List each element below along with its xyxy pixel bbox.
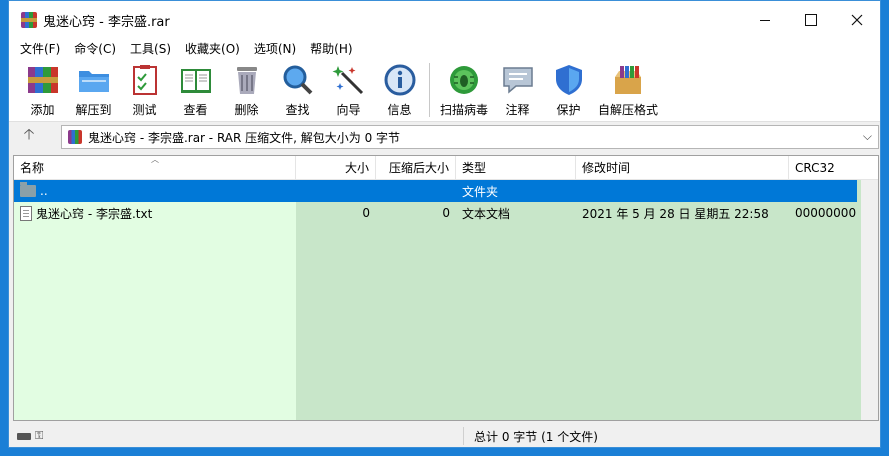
magnifier-icon	[279, 61, 317, 99]
address-text: 鬼迷心窍 - 李宗盛.rar - RAR 压缩文件, 解包大小为 0 字节	[88, 130, 401, 145]
row-size: 0	[362, 206, 370, 220]
window-controls	[742, 1, 880, 39]
row-crc	[789, 180, 857, 202]
column-header-size[interactable]: 大小	[296, 156, 376, 180]
menu-options[interactable]: 选项(N)	[247, 39, 303, 59]
chevron-down-icon[interactable]: ⌵	[863, 129, 872, 144]
extract-to-icon	[75, 61, 113, 99]
menu-favorites[interactable]: 收藏夹(O)	[178, 39, 247, 59]
view-button[interactable]: 查看	[170, 61, 221, 119]
folder-icon	[20, 182, 36, 197]
protect-button[interactable]: 保护	[543, 61, 594, 119]
extract-to-label: 解压到	[75, 103, 112, 117]
table-row-file[interactable]: 鬼迷心窍 - 李宗盛.txt 0 0 文本文档 2021 年 5 月 28 日 …	[14, 202, 878, 224]
trash-icon	[228, 61, 266, 99]
key-icon[interactable]: ⚿	[35, 429, 43, 443]
text-file-icon	[20, 205, 32, 221]
delete-label: 删除	[234, 103, 259, 117]
protect-label: 保护	[556, 103, 581, 117]
add-button[interactable]: 添加	[17, 61, 68, 119]
up-folder-button[interactable]: 🡡	[9, 122, 49, 152]
extract-to-button[interactable]: 解压到	[68, 61, 119, 119]
shield-icon	[550, 61, 588, 99]
menu-help[interactable]: 帮助(H)	[303, 39, 359, 59]
column-header-crc32[interactable]: CRC32	[789, 156, 877, 180]
row-name: ..	[40, 184, 48, 198]
sort-ascending-icon: ︿	[151, 155, 159, 164]
address-row: 🡡 鬼迷心窍 - 李宗盛.rar - RAR 压缩文件, 解包大小为 0 字节 …	[9, 121, 880, 151]
view-label: 查看	[183, 103, 208, 117]
window-title: 鬼迷心窍 - 李宗盛.rar	[43, 14, 170, 30]
row-modified	[576, 180, 789, 202]
vertical-scrollbar[interactable]	[861, 180, 878, 420]
test-button[interactable]: 测试	[119, 61, 170, 119]
menu-tools[interactable]: 工具(S)	[123, 39, 178, 59]
row-packed	[376, 180, 456, 202]
table-row-parent-folder[interactable]: .. 文件夹	[14, 180, 857, 202]
comment-button[interactable]: 注释	[492, 61, 543, 119]
column-header-name[interactable]: 名称 ︿	[14, 156, 296, 180]
close-icon	[851, 14, 863, 26]
row-modified: 2021 年 5 月 28 日 星期五 22:58	[582, 206, 769, 221]
minimize-button[interactable]	[742, 1, 788, 39]
wizard-button[interactable]: 向导	[323, 61, 374, 119]
view-book-icon	[177, 61, 215, 99]
toolbar: 添加 解压到 测试 查看 删除 查找 向导 信息 扫描病毒 注释 保护 自解压格…	[9, 59, 880, 121]
sfx-button[interactable]: 自解压格式	[594, 61, 662, 119]
list-header: 名称 ︿ 大小 压缩后大小 类型 修改时间 CRC32	[14, 156, 878, 180]
add-label: 添加	[30, 103, 55, 117]
info-icon	[381, 61, 419, 99]
sfx-icon	[609, 61, 647, 99]
drive-icon[interactable]	[17, 432, 31, 440]
close-button[interactable]	[834, 1, 880, 39]
menu-bar: 文件(F) 命令(C) 工具(S) 收藏夹(O) 选项(N) 帮助(H)	[9, 39, 880, 59]
wand-icon	[330, 61, 368, 99]
rar-file-icon	[68, 130, 82, 144]
menu-command[interactable]: 命令(C)	[67, 39, 123, 59]
column-header-type[interactable]: 类型	[456, 156, 576, 180]
comment-icon	[499, 61, 537, 99]
row-type: 文本文档	[462, 206, 511, 221]
test-icon	[126, 61, 164, 99]
virus-scan-button[interactable]: 扫描病毒	[436, 61, 492, 119]
title-bar: 鬼迷心窍 - 李宗盛.rar	[9, 1, 880, 39]
find-label: 查找	[285, 103, 310, 117]
toolbar-separator	[429, 63, 430, 117]
virus-scan-label: 扫描病毒	[440, 103, 489, 117]
status-bar: ⚿ 总计 0 字节 (1 个文件)	[9, 425, 880, 447]
maximize-button[interactable]	[788, 1, 834, 39]
info-label: 信息	[387, 103, 412, 117]
arrow-up-icon: 🡡	[23, 125, 35, 143]
file-list[interactable]: 名称 ︿ 大小 压缩后大小 类型 修改时间 CRC32 .. 文件夹 鬼迷心窍 …	[13, 155, 879, 421]
address-bar[interactable]: 鬼迷心窍 - 李宗盛.rar - RAR 压缩文件, 解包大小为 0 字节 ⌵	[61, 125, 879, 149]
info-button[interactable]: 信息	[374, 61, 425, 119]
find-button[interactable]: 查找	[272, 61, 323, 119]
row-size	[296, 180, 376, 202]
add-archive-icon	[24, 61, 62, 99]
column-header-packed[interactable]: 压缩后大小	[376, 156, 456, 180]
wizard-label: 向导	[336, 103, 361, 117]
row-crc: 00000000	[795, 206, 857, 220]
winrar-app-icon	[21, 12, 37, 28]
column-header-modified[interactable]: 修改时间	[576, 156, 789, 180]
row-name: 鬼迷心窍 - 李宗盛.txt	[36, 206, 153, 221]
status-summary: 总计 0 字节 (1 个文件)	[474, 429, 598, 444]
test-label: 测试	[132, 103, 157, 117]
menu-file[interactable]: 文件(F)	[13, 39, 67, 59]
row-packed: 0	[442, 206, 450, 220]
row-type: 文件夹	[462, 184, 499, 199]
winrar-window: 鬼迷心窍 - 李宗盛.rar 文件(F) 命令(C) 工具(S) 收藏夹(O) …	[8, 0, 881, 448]
sfx-label: 自解压格式	[598, 103, 659, 117]
virus-scan-icon	[445, 61, 483, 99]
delete-button[interactable]: 删除	[221, 61, 272, 119]
comment-label: 注释	[505, 103, 530, 117]
